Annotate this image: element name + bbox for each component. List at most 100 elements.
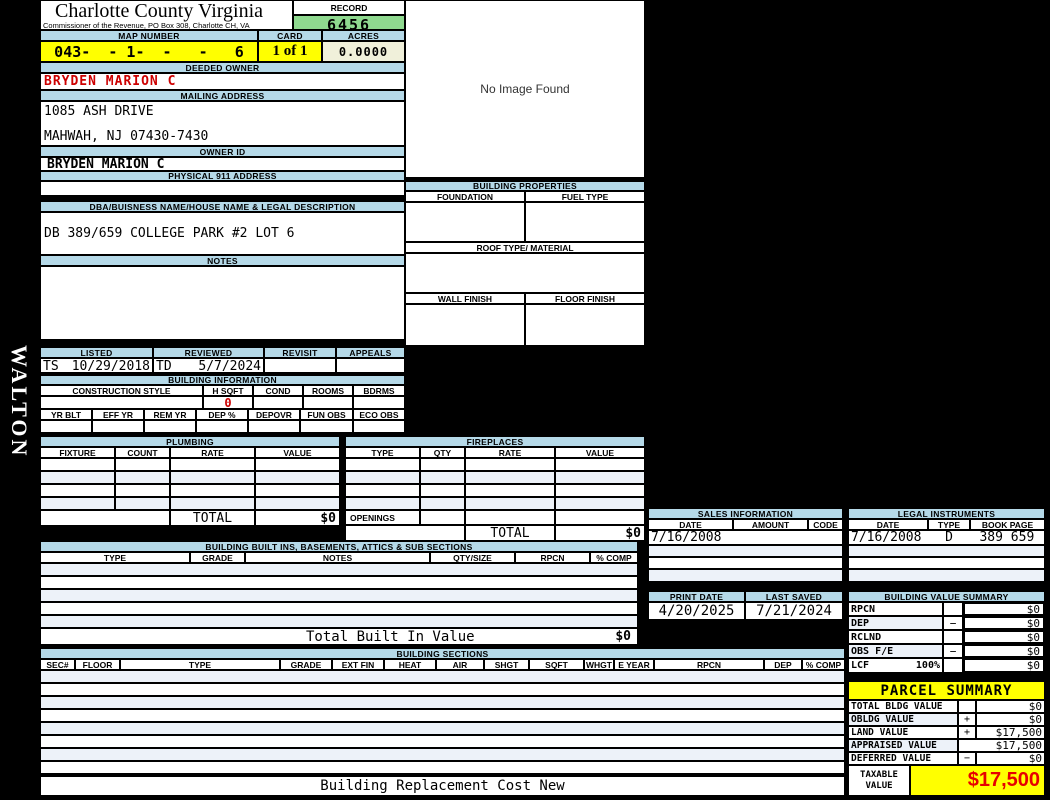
dep-label: DEP %: [196, 409, 248, 420]
last-saved-value: 7/21/2024: [745, 602, 843, 620]
funobs-value[interactable]: [300, 420, 353, 433]
building-sections-row[interactable]: [40, 735, 845, 748]
built-ins-row[interactable]: [40, 589, 638, 602]
building-sections-row[interactable]: [40, 696, 845, 709]
bvs-value: $0: [963, 602, 1045, 616]
card-value[interactable]: 1 of 1: [258, 41, 322, 62]
cond-value[interactable]: [253, 396, 303, 409]
parcel-summary: PARCEL SUMMARY TOTAL BLDG VALUE $0 OBLDG…: [848, 681, 1045, 796]
built-ins-row[interactable]: [40, 576, 638, 589]
foundation-value[interactable]: [405, 202, 525, 242]
ps-op: +: [958, 726, 976, 739]
bvs-value: $0: [963, 616, 1045, 630]
built-ins-row[interactable]: [40, 602, 638, 615]
wall-finish-value[interactable]: [405, 304, 525, 346]
building-sections-row[interactable]: [40, 722, 845, 735]
legal-description[interactable]: DB 389/659 COLLEGE PARK #2 LOT 6: [40, 212, 405, 255]
floor-finish-value[interactable]: [525, 304, 645, 346]
sales-row[interactable]: [648, 545, 843, 557]
listed-value[interactable]: TS 10/29/2018: [40, 358, 153, 374]
construction-style-value[interactable]: [40, 396, 203, 409]
deeded-owner-value[interactable]: BRYDEN MARION C: [40, 73, 405, 90]
map-value-row: 043- - 1- - - 6 1 of 1 0.0000: [40, 41, 405, 62]
legal-instruments-row[interactable]: [848, 569, 1045, 582]
roof-value[interactable]: [405, 253, 645, 293]
fireplaces-row[interactable]: [345, 458, 645, 471]
listed-label: LISTED: [40, 347, 153, 358]
notes-box[interactable]: [40, 266, 405, 340]
built-ins-row[interactable]: [40, 615, 638, 628]
legal-bookpage: 389 659: [979, 530, 1035, 545]
hsqft-value[interactable]: 0: [203, 396, 253, 410]
rooms-value[interactable]: [303, 396, 353, 409]
record-box: RECORD 6456: [293, 0, 405, 34]
ecoobs-value[interactable]: [353, 420, 405, 433]
plumbing-col-fixture: FIXTURE: [40, 447, 115, 458]
plumbing-row[interactable]: [40, 497, 340, 510]
sales-row[interactable]: [648, 569, 843, 582]
acres-value[interactable]: 0.0000: [322, 41, 405, 62]
plumbing-row[interactable]: [40, 471, 340, 484]
ps-op: −: [958, 752, 976, 765]
built-ins-row[interactable]: [40, 563, 638, 576]
depovr-value[interactable]: [248, 420, 300, 433]
plumbing-total-value: $0: [255, 510, 340, 526]
physical-address-value[interactable]: [40, 181, 405, 196]
legal-instruments-row[interactable]: 7/16/2008 D 389 659: [848, 530, 1045, 545]
legal-col-date: DATE: [848, 519, 928, 530]
fuel-type-value[interactable]: [525, 202, 645, 242]
ps-value: $17,500: [958, 739, 1045, 752]
revisit-value[interactable]: [264, 358, 336, 373]
fireplaces-row[interactable]: [345, 484, 645, 497]
building-sections-row[interactable]: [40, 683, 845, 696]
sales-title: SALES INFORMATION: [648, 508, 843, 519]
building-sections-title: BUILDING SECTIONS: [40, 648, 845, 659]
building-sections-row[interactable]: [40, 761, 845, 774]
building-sections-row[interactable]: [40, 748, 845, 761]
bvs-value: $0: [963, 644, 1045, 658]
print-date-value: 4/20/2025: [648, 602, 745, 620]
fireplaces-openings-qty[interactable]: [420, 510, 465, 525]
notes-label: NOTES: [40, 255, 405, 266]
building-sections-row[interactable]: [40, 709, 845, 722]
appeals-value[interactable]: [336, 358, 405, 373]
yrblt-value[interactable]: [40, 420, 92, 433]
bvs-op: −: [943, 644, 963, 658]
building-sections-row[interactable]: [40, 670, 845, 683]
mailing-address-box[interactable]: 1085 ASH DRIVE MAHWAH, NJ 07430-7430: [40, 101, 405, 146]
plumbing-row[interactable]: [40, 458, 340, 471]
building-value-summary-title: BUILDING VALUE SUMMARY: [848, 591, 1045, 602]
print-date-label: PRINT DATE: [648, 591, 745, 602]
mailing-line2: MAHWAH, NJ 07430-7430: [44, 129, 209, 144]
bs-col-heat: HEAT: [384, 659, 436, 670]
fireplaces-row[interactable]: [345, 471, 645, 484]
bvs-op: −: [943, 616, 963, 630]
sales-row[interactable]: [648, 557, 843, 569]
remyr-value[interactable]: [144, 420, 196, 433]
taxable-value-label: TAXABLE VALUE: [848, 765, 910, 796]
building-properties: BUILDING PROPERTIES FOUNDATION FUEL TYPE…: [405, 181, 645, 346]
legal-instruments-row[interactable]: [848, 557, 1045, 569]
plumbing-title: PLUMBING: [40, 436, 340, 447]
fireplaces-row[interactable]: [345, 497, 645, 510]
effyr-value[interactable]: [92, 420, 144, 433]
dep-value[interactable]: [196, 420, 248, 433]
map-number-value[interactable]: 043- - 1- - - 6: [40, 41, 258, 62]
bs-col-whgt: WHGT: [584, 659, 614, 670]
title-box: Charlotte County Virginia Commissioner o…: [40, 0, 293, 30]
sales-row[interactable]: 7/16/2008: [648, 530, 843, 545]
bvs-label: OBS F/E: [848, 644, 943, 658]
funobs-label: FUN OBS: [300, 409, 353, 420]
bdrms-value[interactable]: [353, 396, 405, 409]
bs-col-comp: % COMP: [802, 659, 845, 670]
dba-label: DBA/BUISNESS NAME/HOUSE NAME & LEGAL DES…: [40, 201, 405, 212]
sales-information-table: SALES INFORMATION DATE AMOUNT CODE 7/16/…: [648, 508, 843, 582]
card-label: CARD: [258, 30, 322, 41]
plumbing-row[interactable]: [40, 484, 340, 497]
owner-id-value[interactable]: BRYDEN MARION C: [40, 157, 405, 172]
reviewed-value[interactable]: TD 5/7/2024: [153, 358, 264, 374]
plumbing-col-value: VALUE: [255, 447, 340, 458]
record-value: 6456: [293, 15, 405, 34]
legal-type: D: [945, 530, 953, 545]
legal-instruments-row[interactable]: [848, 545, 1045, 557]
